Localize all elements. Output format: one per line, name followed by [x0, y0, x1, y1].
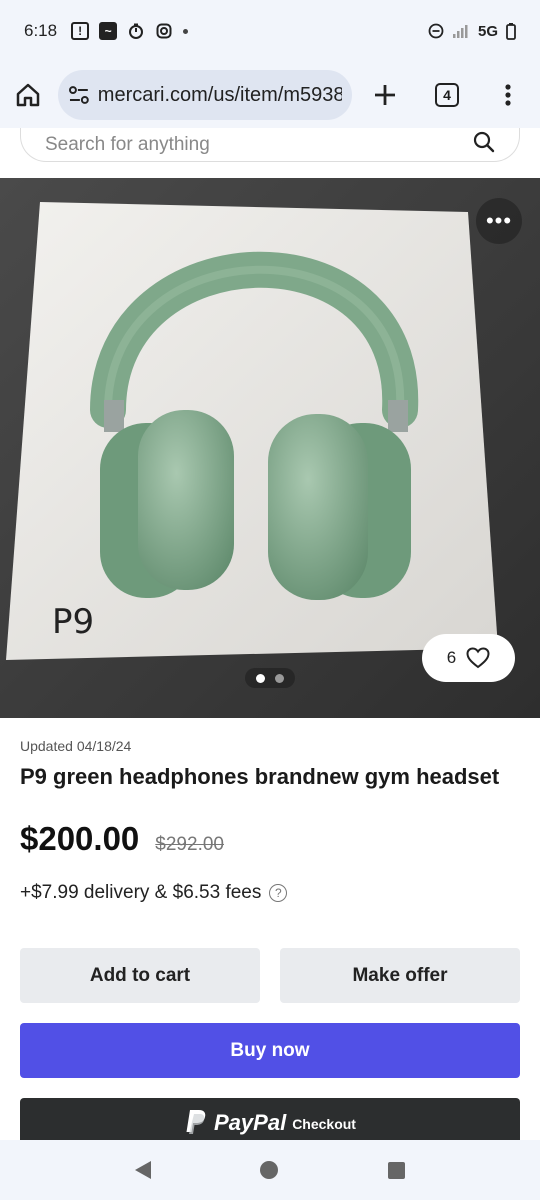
paypal-icon	[186, 1110, 206, 1134]
like-button[interactable]: 6	[422, 634, 515, 682]
paypal-checkout-label: Checkout	[292, 1116, 356, 1132]
help-icon[interactable]: ?	[269, 884, 288, 902]
search-placeholder: Search for anything	[45, 133, 210, 155]
home-nav-icon[interactable]	[260, 1161, 279, 1179]
timer-icon	[127, 22, 145, 40]
price-row: $200.00 $292.00	[20, 820, 224, 858]
home-icon[interactable]	[14, 81, 42, 109]
signal-icon	[452, 25, 468, 38]
search-icon[interactable]	[473, 128, 495, 158]
battery-icon	[506, 22, 516, 40]
app-notification-icon: ~	[99, 22, 118, 40]
status-bar: 6:18 ! ~ 5G	[0, 0, 540, 62]
paypal-checkout-button[interactable]: PayPal Checkout	[20, 1098, 520, 1140]
search-strip: Search for anything	[0, 128, 540, 178]
carousel-dot-2[interactable]	[275, 673, 284, 683]
more-notifications-dot	[183, 28, 189, 34]
carousel-dot-1[interactable]	[256, 673, 265, 683]
current-price: $200.00	[20, 820, 140, 857]
status-time: 6:18	[24, 21, 58, 40]
instagram-icon	[155, 22, 173, 40]
url-text[interactable]: mercari.com/us/item/m5938	[98, 84, 342, 107]
fees-info: +$7.99 delivery & $6.53 fees ?	[20, 882, 288, 904]
recents-icon[interactable]	[388, 1161, 406, 1179]
box-print-text: P9	[52, 602, 94, 642]
back-icon[interactable]	[134, 1161, 151, 1179]
network-type: 5G	[477, 22, 498, 40]
more-options-button[interactable]: •••	[476, 198, 522, 244]
site-settings-icon[interactable]	[68, 85, 90, 105]
paypal-logo: PayPal	[214, 1110, 287, 1135]
notification-icons: ! ~	[71, 22, 189, 40]
status-right: 5G	[428, 22, 516, 40]
browser-toolbar: mercari.com/us/item/m5938 4	[0, 62, 540, 128]
original-price: $292.00	[155, 834, 224, 855]
make-offer-button[interactable]: Make offer	[280, 948, 520, 1003]
dnd-icon	[428, 23, 444, 39]
tab-switcher-button[interactable]: 4	[435, 83, 459, 107]
add-to-cart-button[interactable]: Add to cart	[20, 948, 260, 1003]
fees-text: +$7.99 delivery & $6.53 fees	[20, 882, 262, 903]
system-nav-bar	[0, 1140, 540, 1200]
search-input[interactable]: Search for anything	[20, 128, 520, 162]
alert-icon: !	[71, 22, 90, 40]
updated-date: Updated 04/18/24	[20, 738, 132, 754]
overflow-menu-icon[interactable]	[504, 83, 512, 107]
address-bar[interactable]: mercari.com/us/item/m5938	[58, 70, 352, 120]
item-title: P9 green headphones brandnew gym headset	[20, 764, 500, 789]
new-tab-icon[interactable]	[372, 82, 398, 108]
buy-now-button[interactable]: Buy now	[20, 1023, 520, 1078]
like-count: 6	[446, 648, 457, 667]
heart-icon	[466, 647, 490, 669]
carousel-indicator[interactable]	[245, 668, 295, 688]
